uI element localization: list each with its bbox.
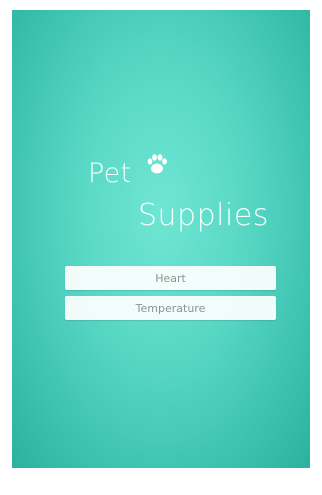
temperature-button[interactable]: Temperature	[65, 296, 276, 320]
heart-button[interactable]: Heart	[65, 266, 276, 290]
paw-icon	[147, 154, 167, 174]
app-logo: Pet Supplies	[88, 154, 288, 255]
app-screen: Pet Supplies Heart Temperature	[12, 10, 310, 468]
logo-line-pet: Pet	[88, 158, 132, 189]
main-menu: Heart Temperature	[65, 266, 276, 326]
logo-line-supplies: Supplies	[138, 198, 269, 233]
